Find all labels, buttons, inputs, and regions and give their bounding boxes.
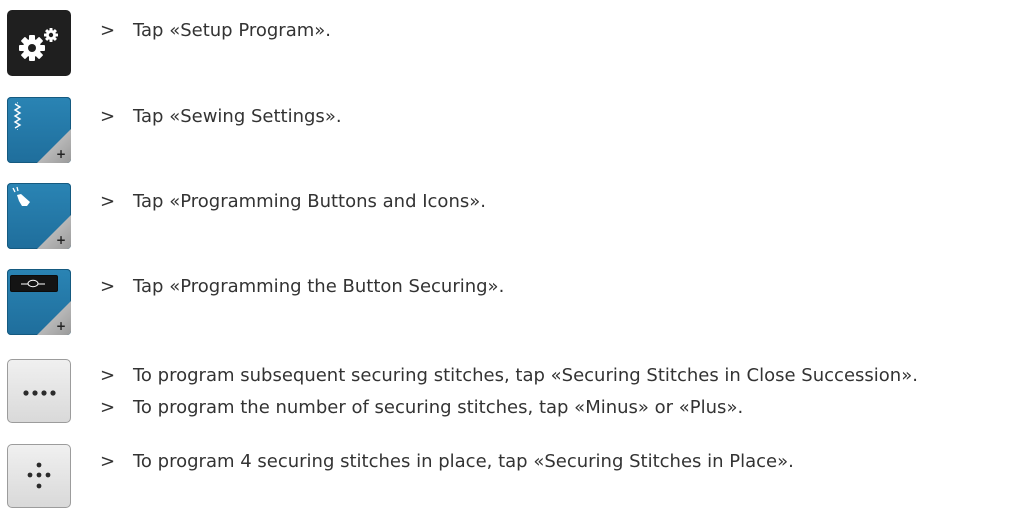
sewing-settings-button[interactable]: + xyxy=(7,97,71,163)
step-text: Tap «Setup Program». xyxy=(133,20,331,41)
programming-buttons-icons-button[interactable]: + xyxy=(7,183,71,249)
step-marker: > xyxy=(100,397,116,418)
step-text: Tap «Sewing Settings». xyxy=(133,106,342,127)
gear-icon xyxy=(19,28,58,61)
step-marker: > xyxy=(100,451,116,472)
step-marker: > xyxy=(100,191,116,212)
step-marker: > xyxy=(100,20,116,41)
hand-pointer-icon xyxy=(12,186,30,206)
dots-cluster-icon xyxy=(27,462,51,489)
stitch-icon xyxy=(13,102,22,130)
instruction-step: > Tap «Sewing Settings». xyxy=(100,106,342,128)
step-marker: > xyxy=(100,106,116,127)
setup-program-button[interactable] xyxy=(7,10,71,76)
plus-icon: + xyxy=(55,147,66,161)
securing-stitches-in-place-button[interactable] xyxy=(7,444,71,508)
step-text: To program the number of securing stitch… xyxy=(133,397,744,418)
step-marker: > xyxy=(100,276,116,297)
securing-knot-icon xyxy=(21,279,45,288)
step-text: To program 4 securing stitches in place,… xyxy=(133,451,794,472)
plus-icon: + xyxy=(55,319,66,333)
programming-button-securing-button[interactable]: + xyxy=(7,269,71,335)
instruction-step: > To program subsequent securing stitches… xyxy=(100,365,918,387)
securing-stitches-close-succession-button[interactable] xyxy=(7,359,71,423)
step-text: Tap «Programming Buttons and Icons». xyxy=(133,191,486,212)
instruction-step: > Tap «Programming Buttons and Icons». xyxy=(100,191,486,213)
instruction-step: > To program the number of securing stitc… xyxy=(100,397,743,419)
four-dots-icon xyxy=(23,390,56,396)
step-marker: > xyxy=(100,365,116,386)
securing-key-display xyxy=(10,275,58,292)
plus-icon: + xyxy=(55,233,66,247)
step-text: Tap «Programming the Button Securing». xyxy=(133,276,505,297)
instruction-step: > To program 4 securing stitches in place… xyxy=(100,451,794,473)
step-text: To program subsequent securing stitches,… xyxy=(133,365,918,386)
instruction-step: > Tap «Setup Program». xyxy=(100,20,331,42)
instruction-step: > Tap «Programming the Button Securing». xyxy=(100,276,504,298)
